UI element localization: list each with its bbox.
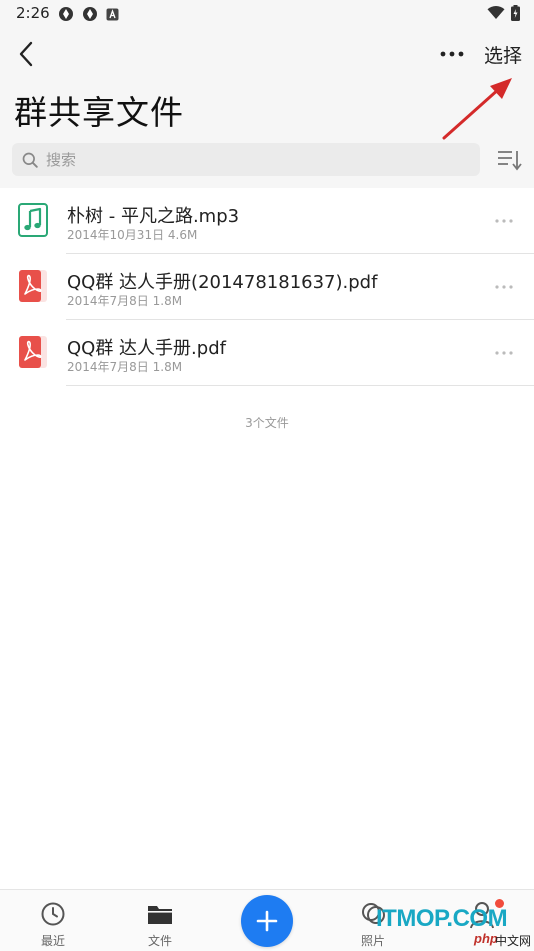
more-options-button[interactable] (436, 40, 468, 68)
file-more-button[interactable] (490, 214, 518, 228)
watermark-text: ITMOP.COM (376, 905, 508, 932)
tab-label: 文件 (147, 934, 172, 948)
file-name: QQ群 达人手册(201478181637).pdf (67, 272, 378, 293)
status-notification-icons (58, 6, 119, 22)
more-horizontal-icon (495, 219, 513, 223)
file-meta: 2014年7月8日 1.8M (67, 294, 183, 308)
select-button[interactable]: 选择 (484, 41, 522, 68)
watermark-cn: 中文网 (495, 934, 532, 948)
notification-app-icon (59, 7, 73, 21)
file-row[interactable]: 朴树 - 平凡之路.mp3 2014年10月31日 4.6M (0, 188, 534, 254)
watermark: ITMOP.COM php 中文网 (376, 905, 532, 949)
more-horizontal-icon (495, 351, 513, 355)
tab-files[interactable]: 文件 (130, 890, 190, 951)
clock-icon (41, 902, 65, 926)
search-icon (22, 151, 40, 169)
notification-app-icon (83, 7, 97, 21)
music-file-icon (18, 203, 48, 237)
status-time: 2:26 (16, 4, 50, 22)
notification-app-icon (106, 8, 119, 20)
pdf-file-icon (19, 270, 47, 302)
add-button[interactable] (241, 895, 293, 947)
battery-icon (511, 5, 520, 21)
file-count: 3个文件 (245, 416, 289, 430)
file-name: QQ群 达人手册.pdf (67, 338, 226, 359)
sort-icon (498, 151, 522, 171)
sort-button[interactable] (496, 146, 524, 174)
file-row[interactable]: QQ群 达人手册(201478181637).pdf 2014年7月8日 1.8… (0, 254, 534, 320)
wifi-icon (487, 6, 505, 19)
folder-icon (148, 906, 172, 924)
tab-label: 最近 (40, 934, 65, 948)
file-meta: 2014年7月8日 1.8M (67, 360, 183, 374)
divider (66, 385, 534, 386)
tab-recent[interactable]: 最近 (23, 890, 83, 951)
file-list: 朴树 - 平凡之路.mp3 2014年10月31日 4.6M QQ群 达人手册(… (0, 188, 534, 386)
annotation-arrow (442, 78, 512, 140)
file-meta: 2014年10月31日 4.6M (67, 228, 198, 242)
more-horizontal-icon (495, 285, 513, 289)
page-title: 群共享文件 (14, 93, 184, 132)
chevron-left-icon (19, 41, 33, 67)
more-horizontal-icon (440, 51, 464, 57)
back-button[interactable] (10, 38, 42, 70)
search-bar[interactable] (12, 143, 480, 176)
status-bar: 2:26 (0, 0, 534, 28)
plus-icon (256, 910, 278, 932)
file-row[interactable]: QQ群 达人手册.pdf 2014年7月8日 1.8M (0, 320, 534, 386)
status-system-icons (487, 5, 520, 21)
search-input[interactable] (44, 149, 468, 170)
file-name: 朴树 - 平凡之路.mp3 (67, 206, 240, 227)
file-more-button[interactable] (490, 280, 518, 294)
file-more-button[interactable] (490, 346, 518, 360)
pdf-file-icon (19, 336, 47, 368)
